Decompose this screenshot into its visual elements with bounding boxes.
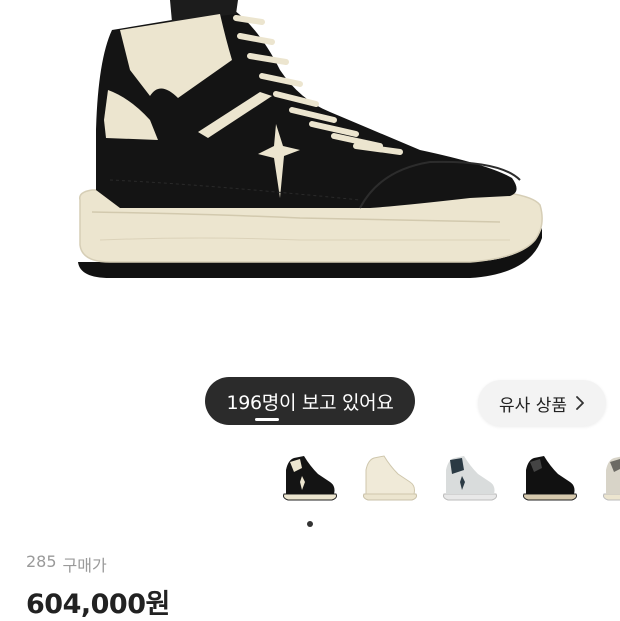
similar-products-button[interactable]: 유사 상품 xyxy=(478,380,606,426)
pill-indicator xyxy=(255,418,279,421)
price-value: 604,000원 xyxy=(26,589,170,620)
thumbnail-3[interactable] xyxy=(440,452,500,504)
viewers-count-pill: 196명이 보고 있어요 xyxy=(205,377,415,425)
chevron-right-icon xyxy=(575,396,585,410)
thumbnail-4[interactable] xyxy=(520,452,580,504)
thumbnail-strip xyxy=(280,452,620,504)
viewers-count-text: 196명이 보고 있어요 xyxy=(226,391,394,414)
size-value: 285 xyxy=(26,552,57,571)
thumbnail-5[interactable] xyxy=(600,452,620,504)
thumbnail-2[interactable] xyxy=(360,452,420,504)
product-image[interactable] xyxy=(0,0,620,370)
similar-products-label: 유사 상품 xyxy=(499,395,567,416)
price-type-label: 구매가 xyxy=(62,556,107,575)
size-and-price-type: 285 구매가 xyxy=(26,552,107,576)
sneaker-illustration xyxy=(78,0,543,278)
pagination-dot xyxy=(307,521,313,527)
thumbnail-1[interactable] xyxy=(280,452,340,504)
